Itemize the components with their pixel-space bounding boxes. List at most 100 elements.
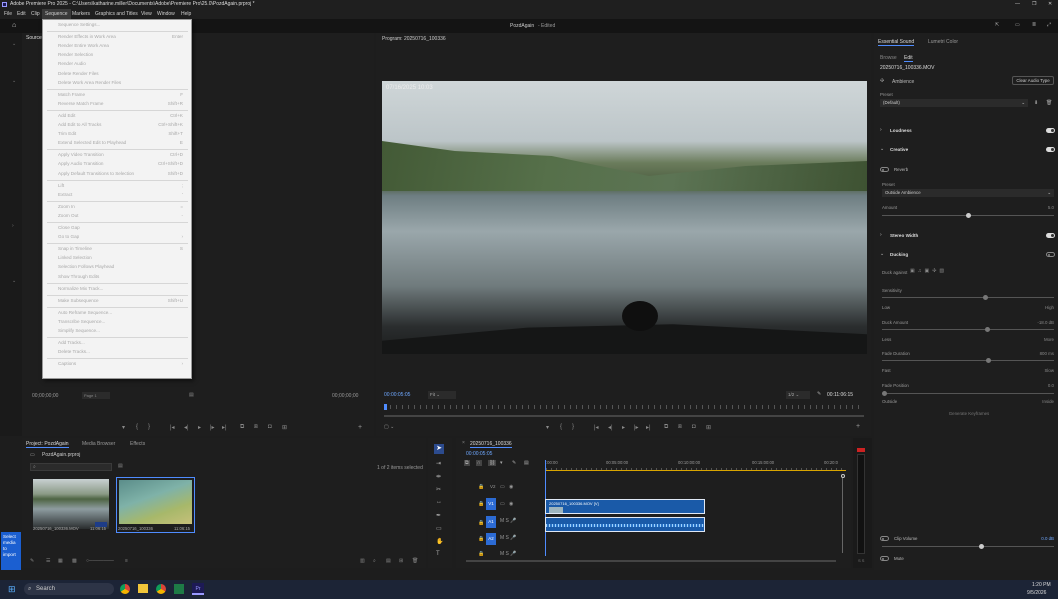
lock-icon[interactable]: 🔒: [478, 501, 484, 507]
captions-icon[interactable]: ▤: [524, 460, 529, 466]
back-icon[interactable]: ◂|: [608, 424, 613, 431]
tab-project[interactable]: Project: PozdAgain: [26, 441, 69, 448]
wrench-icon[interactable]: ✎: [512, 460, 516, 466]
generate-keyframes-button[interactable]: Generate Keyframes: [914, 411, 1024, 416]
mute-icon[interactable]: M S 🎤: [500, 535, 517, 541]
menu-item[interactable]: Render Selection: [58, 51, 183, 59]
go-end-icon[interactable]: ▸|: [646, 424, 651, 431]
track-a2[interactable]: A2: [486, 533, 496, 545]
zoom-slider[interactable]: ○───────: [86, 558, 114, 564]
menu-item[interactable]: Apply Video Transition Ctrl+D: [58, 151, 183, 159]
chevron-down-icon[interactable]: ⌄: [880, 146, 884, 152]
chrome-icon[interactable]: [120, 584, 130, 594]
preset-select[interactable]: (Default) ⌄: [880, 99, 1028, 107]
menu-item[interactable]: Selection Follows Playhead: [58, 263, 183, 271]
marker-icon[interactable]: ▾: [546, 424, 549, 431]
forward-icon[interactable]: |▸: [634, 424, 639, 431]
solo-label[interactable]: S S: [858, 558, 864, 563]
playhead[interactable]: [384, 404, 387, 410]
fullscreen-icon[interactable]: ⤢: [1047, 22, 1051, 28]
mute-icon[interactable]: M S 🎤: [500, 518, 517, 524]
clip-volume-knob[interactable]: [979, 544, 984, 549]
duck-against-icons[interactable]: ▣♫▣✣▨: [910, 268, 947, 274]
menu-file[interactable]: File: [4, 9, 12, 19]
work-area-bar[interactable]: [546, 468, 846, 471]
find-icon[interactable]: ⌕: [373, 558, 376, 564]
fade-position-slider[interactable]: [882, 391, 1054, 396]
menu-graphics[interactable]: Graphics and Titles: [95, 9, 138, 19]
menu-item[interactable]: Sequence Settings...: [58, 21, 183, 29]
menu-item[interactable]: Close Gap: [58, 224, 183, 232]
marker-icon[interactable]: ▾: [122, 424, 125, 431]
chevron-right-icon[interactable]: ›: [880, 127, 882, 133]
creative-toggle[interactable]: [1046, 147, 1055, 152]
menu-item[interactable]: Zoom Out -: [58, 212, 183, 220]
mark-in-icon[interactable]: {: [560, 424, 562, 430]
page-select[interactable]: Page 1: [82, 392, 110, 399]
clip-volume-toggle[interactable]: [880, 536, 889, 541]
mute-icon[interactable]: M S 🎤: [500, 551, 517, 557]
nest-icon[interactable]: ⧉: [464, 460, 470, 466]
fit-select[interactable]: Fit ⌄: [428, 391, 456, 399]
freeform-view-icon[interactable]: ▩: [72, 558, 77, 564]
reverb-preset-select[interactable]: Outside Ambience ⌄: [882, 189, 1054, 197]
film-icon[interactable]: ▭: [500, 501, 505, 507]
add-button-icon[interactable]: +: [358, 424, 362, 431]
slip-icon[interactable]: ↔: [436, 499, 442, 505]
menu-item[interactable]: Show Through Edits: [58, 273, 183, 281]
safe-margins-icon[interactable]: ▢ ⌄: [384, 424, 394, 430]
file-explorer-icon[interactable]: [138, 584, 148, 593]
minimize-icon[interactable]: —: [1015, 0, 1020, 9]
loudness-toggle[interactable]: [1046, 128, 1055, 133]
menu-item[interactable]: Render Entire Work Area: [58, 42, 183, 50]
menu-window[interactable]: Window: [157, 9, 175, 19]
timeline-ruler[interactable]: :00:00 00:05:00:00 00:10:00:00 00:15:00:…: [546, 460, 846, 468]
reverb-toggle[interactable]: [880, 167, 889, 172]
lift-icon[interactable]: ⧉: [664, 424, 668, 431]
sensitivity-slider[interactable]: [882, 295, 1054, 300]
video-clip[interactable]: 20250716_100336.MOV [V]: [545, 499, 705, 514]
chevron-down-icon[interactable]: ⌄: [12, 278, 16, 284]
extract-icon[interactable]: ⧈: [678, 424, 682, 431]
lock-icon[interactable]: 🔒: [478, 484, 484, 490]
save-preset-icon[interactable]: ⬇: [1034, 100, 1038, 106]
selection-tool-icon[interactable]: ➤: [434, 444, 444, 454]
project-search-input[interactable]: ⌕: [30, 463, 112, 471]
excel-icon[interactable]: [174, 584, 184, 594]
sensitivity-knob[interactable]: [983, 295, 988, 300]
tab-browse[interactable]: Browse: [880, 55, 897, 61]
share-icon[interactable]: ⇱: [995, 22, 999, 28]
type-icon[interactable]: T: [436, 551, 440, 557]
program-ruler[interactable]: [384, 405, 864, 409]
automate-icon[interactable]: ▥: [360, 558, 365, 564]
menu-item[interactable]: Lift;: [58, 182, 183, 190]
menu-markers[interactable]: Markers: [72, 9, 90, 19]
mark-in-icon[interactable]: {: [136, 424, 138, 430]
go-end-icon[interactable]: ▸|: [222, 424, 227, 431]
new-bin-icon[interactable]: ▤: [386, 558, 391, 564]
new-item-icon[interactable]: ⊞: [399, 558, 403, 564]
track-a1[interactable]: A1: [486, 516, 496, 528]
vertical-scrollbar[interactable]: [842, 478, 843, 553]
menu-item[interactable]: Add Tracks...: [58, 339, 183, 347]
pencil-icon[interactable]: ✎: [30, 558, 34, 564]
workspace-icon[interactable]: ▭: [1015, 22, 1020, 28]
item-sequence-selected[interactable]: [116, 477, 195, 533]
menu-clip[interactable]: Clip: [31, 9, 40, 19]
lock-icon[interactable]: 🔒: [478, 536, 484, 542]
audio-clip[interactable]: [545, 517, 705, 532]
mute-toggle[interactable]: [880, 556, 889, 561]
chevron-down-icon[interactable]: ⌄: [12, 41, 16, 47]
menu-item[interactable]: Delete Render Files: [58, 70, 183, 78]
menu-item[interactable]: Normalize Mix Track...: [58, 285, 183, 293]
sort-icon[interactable]: ≡: [125, 558, 128, 564]
menu-item[interactable]: Make Subsequence Shift+U: [58, 297, 183, 305]
play-icon[interactable]: ▸: [198, 424, 201, 431]
menu-item[interactable]: Auto Reframe Sequence...: [58, 309, 183, 317]
source-tab[interactable]: Source: [26, 35, 42, 41]
menu-item[interactable]: Delete Work Area Render Files: [58, 79, 183, 87]
mark-out-icon[interactable]: }: [148, 424, 150, 430]
stereo-width-toggle[interactable]: [1046, 233, 1055, 238]
maximize-icon[interactable]: ❐: [1032, 0, 1036, 9]
chrome-profile-icon[interactable]: [156, 584, 166, 594]
